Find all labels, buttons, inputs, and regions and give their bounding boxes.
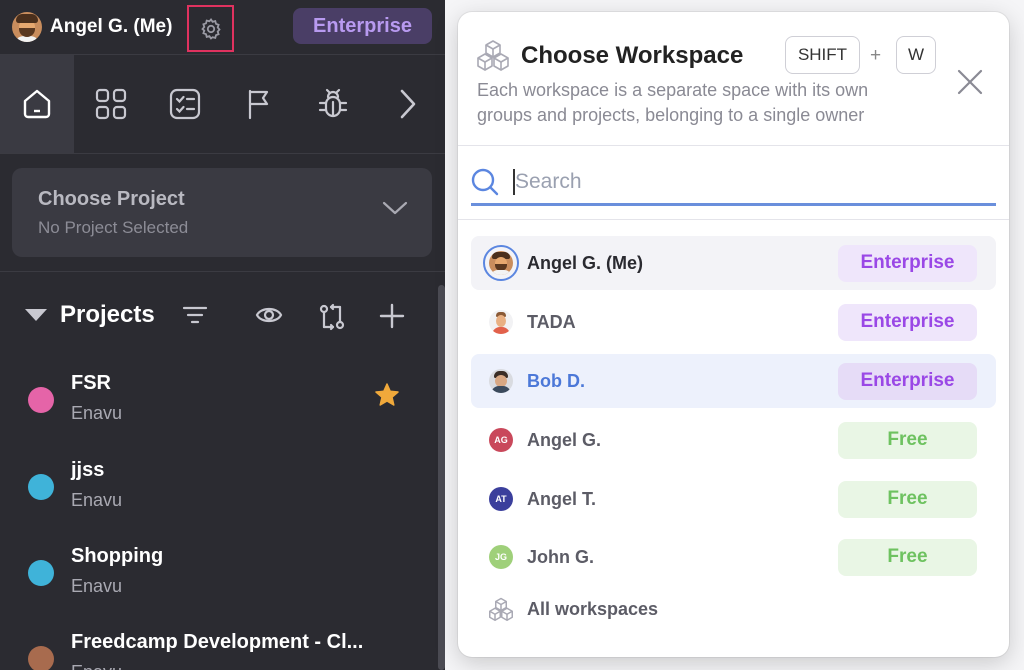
- flag-icon: [248, 89, 269, 120]
- chevron-down-icon: [382, 201, 408, 215]
- project-color-dot: [28, 560, 54, 586]
- workspace-name: John G.: [527, 546, 594, 567]
- home-icon: [23, 89, 51, 119]
- bug-icon: [318, 88, 348, 118]
- sidebar-header: Angel G. (Me) Enterprise: [0, 0, 445, 55]
- sidebar-scrollbar[interactable]: [438, 285, 445, 670]
- shortcut-key-w: W: [896, 36, 936, 74]
- workspaces-icon: [489, 597, 513, 621]
- divider: [0, 271, 445, 272]
- popup-description: Each workspace is a separate space with …: [477, 80, 869, 125]
- add-icon[interactable]: [379, 303, 405, 329]
- project-owner: Enavu: [71, 662, 122, 670]
- close-icon[interactable]: [957, 69, 983, 95]
- project-owner: Enavu: [71, 403, 123, 423]
- nav-milestones[interactable]: [222, 55, 296, 153]
- workspace-initials-avatar: AT: [489, 487, 513, 511]
- gear-icon: [200, 17, 221, 40]
- plan-badge[interactable]: Enterprise: [293, 8, 432, 44]
- project-color-dot: [28, 474, 54, 500]
- workspace-row[interactable]: Angel G. (Me) Enterprise: [471, 236, 996, 290]
- workspace-plan-badge: Free: [838, 421, 977, 459]
- project-color-dot: [28, 387, 54, 413]
- projects-header: Projects: [24, 295, 414, 335]
- sidebar: Angel G. (Me) Enterprise Choose Project …: [0, 0, 445, 670]
- workspace-row[interactable]: AT Angel T. Free: [471, 472, 996, 526]
- all-workspaces-link[interactable]: All workspaces: [488, 597, 658, 621]
- project-owner: Enavu: [71, 576, 123, 596]
- project-name: FSR: [71, 372, 111, 394]
- chevron-right-icon: [400, 89, 416, 119]
- current-user-name[interactable]: Angel G. (Me): [50, 16, 172, 38]
- all-workspaces-label: All workspaces: [527, 598, 659, 619]
- workspace-name: TADA: [527, 311, 576, 332]
- nav-issues[interactable]: [296, 55, 370, 153]
- eye-icon[interactable]: [255, 303, 283, 327]
- workspace-avatar: [489, 310, 513, 334]
- workspace-row[interactable]: TADA Enterprise: [471, 295, 996, 349]
- popup-header: Choose Workspace SHIFT + W Each workspac…: [458, 12, 1009, 146]
- shortcut-key-shift: SHIFT: [785, 36, 860, 74]
- workspace-initials-avatar: JG: [489, 545, 513, 569]
- filter-icon[interactable]: [182, 303, 208, 327]
- choose-workspace-popup: Choose Workspace SHIFT + W Each workspac…: [458, 12, 1009, 657]
- workspace-plan-badge: Enterprise: [838, 303, 977, 341]
- workspace-search: [471, 160, 996, 206]
- workspace-avatar: [489, 369, 513, 393]
- workspace-avatar: [489, 251, 513, 275]
- divider: [458, 219, 1009, 220]
- project-item[interactable]: FSR Enavu: [28, 370, 418, 440]
- workspace-plan-badge: Enterprise: [838, 362, 977, 400]
- project-item[interactable]: Shopping Enavu: [28, 543, 418, 613]
- workspace-plan-badge: Free: [838, 538, 977, 576]
- project-item[interactable]: jjss Enavu: [28, 457, 418, 527]
- nav-grid[interactable]: [74, 55, 148, 153]
- project-name: jjss: [71, 459, 105, 481]
- workspace-name: Angel G.: [527, 429, 602, 450]
- project-item[interactable]: Freedcamp Development - Cl... Enavu: [28, 629, 418, 670]
- project-chooser-subtitle: No Project Selected: [38, 218, 189, 237]
- project-chooser[interactable]: Choose Project No Project Selected: [12, 168, 432, 257]
- workspace-row[interactable]: AG Angel G. Free: [471, 413, 996, 467]
- project-chooser-title: Choose Project: [38, 188, 185, 210]
- user-avatar[interactable]: [12, 12, 42, 42]
- workspace-name: Angel G. (Me): [527, 252, 643, 273]
- workspaces-icon: [477, 40, 509, 71]
- workspace-plan-badge: Free: [838, 480, 977, 518]
- project-color-dot: [28, 646, 54, 670]
- projects-heading: Projects: [60, 301, 155, 328]
- collapse-triangle-icon[interactable]: [24, 308, 48, 322]
- shortcut-plus: +: [870, 45, 882, 66]
- nav-tasks[interactable]: [148, 55, 222, 153]
- project-name: Shopping: [71, 545, 164, 567]
- workspace-plan-badge: Enterprise: [838, 244, 977, 282]
- star-icon[interactable]: [374, 382, 400, 408]
- workspace-row[interactable]: JG John G. Free: [471, 530, 996, 584]
- search-icon: [471, 168, 499, 195]
- project-owner: Enavu: [71, 490, 123, 510]
- grid-icon: [95, 88, 127, 120]
- checklist-icon: [169, 88, 201, 120]
- settings-button[interactable]: [187, 5, 234, 52]
- nav-more[interactable]: [370, 55, 444, 153]
- workspace-initials-avatar: AG: [489, 428, 513, 452]
- project-name: Freedcamp Development - Cl...: [71, 631, 364, 653]
- workspace-row[interactable]: Bob D. Enterprise: [471, 354, 996, 408]
- popup-title: Choose Workspace: [521, 42, 744, 69]
- workspace-name: Angel T.: [527, 488, 597, 509]
- main-nav: [0, 55, 445, 154]
- sort-icon[interactable]: [318, 303, 346, 331]
- search-input[interactable]: [515, 169, 985, 194]
- workspace-name: Bob D.: [527, 370, 585, 391]
- nav-home[interactable]: [0, 55, 74, 153]
